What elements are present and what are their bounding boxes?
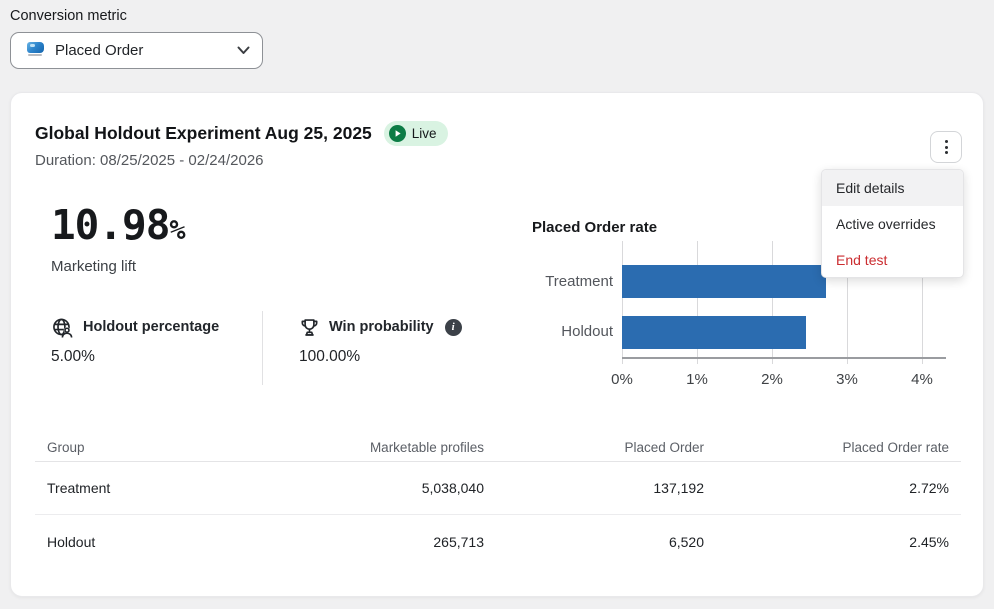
column-header-placed-order: Placed Order: [484, 440, 704, 455]
metric-select-dropdown[interactable]: Placed Order: [10, 32, 263, 69]
experiment-title: Global Holdout Experiment Aug 25, 2025: [35, 123, 372, 144]
results-table: Group Marketable profiles Placed Order P…: [35, 434, 961, 568]
context-menu: Edit details Active overrides End test: [821, 169, 964, 278]
chevron-down-icon: [237, 46, 250, 55]
table-row-holdout: Holdout 265,713 6,520 2.45%: [35, 515, 961, 568]
x-tick-label: 3%: [836, 371, 858, 388]
column-header-placed-order-rate: Placed Order rate: [704, 440, 949, 455]
cell-group: Treatment: [47, 480, 347, 496]
menu-item-end-test[interactable]: End test: [822, 242, 963, 277]
bar-holdout: [622, 316, 806, 349]
marketing-lift-value: 10.98%: [51, 201, 185, 249]
chart-title: Placed Order rate: [532, 219, 657, 236]
table-row-treatment: Treatment 5,038,040 137,192 2.72%: [35, 462, 961, 515]
chart-category-label-holdout: Holdout: [501, 323, 613, 340]
x-tick-label: 2%: [761, 371, 783, 388]
win-probability-label: Win probability: [329, 319, 434, 335]
trophy-icon: [299, 317, 320, 338]
experiment-card: Global Holdout Experiment Aug 25, 2025 L…: [10, 92, 984, 597]
cell-placed-order-rate: 2.45%: [704, 534, 949, 550]
cell-group: Holdout: [47, 534, 347, 550]
placed-order-metric-icon: [25, 42, 45, 59]
x-axis-line: [622, 357, 946, 359]
cell-placed-order: 137,192: [484, 480, 704, 496]
experiment-duration: Duration: 08/25/2025 - 02/24/2026: [35, 152, 264, 169]
x-tick-label: 1%: [686, 371, 708, 388]
cell-marketable-profiles: 5,038,040: [347, 480, 484, 496]
x-tick-label: 4%: [911, 371, 933, 388]
cell-marketable-profiles: 265,713: [347, 534, 484, 550]
win-probability-value: 100.00%: [299, 348, 462, 366]
menu-item-edit-details[interactable]: Edit details: [822, 170, 963, 206]
conversion-metric-label: Conversion metric: [10, 8, 263, 24]
marketing-lift-label: Marketing lift: [51, 258, 136, 275]
more-options-button[interactable]: [930, 131, 962, 163]
column-header-marketable-profiles: Marketable profiles: [347, 440, 484, 455]
cell-placed-order: 6,520: [484, 534, 704, 550]
cell-placed-order-rate: 2.72%: [704, 480, 949, 496]
column-header-group: Group: [47, 440, 347, 455]
status-badge-label: Live: [412, 126, 437, 141]
metric-select-value: Placed Order: [55, 42, 143, 59]
stat-divider: [262, 311, 263, 385]
status-badge: Live: [384, 121, 448, 146]
globe-user-icon: [51, 316, 74, 339]
x-tick-label: 0%: [611, 371, 633, 388]
chart-category-label-treatment: Treatment: [501, 273, 613, 290]
holdout-percentage-value: 5.00%: [51, 348, 219, 366]
bar-treatment: [622, 265, 826, 298]
conversion-metric-toolbar: Conversion metric Placed Order: [10, 8, 263, 69]
table-header-row: Group Marketable profiles Placed Order P…: [35, 434, 961, 462]
menu-item-active-overrides[interactable]: Active overrides: [822, 206, 963, 242]
kebab-icon: [945, 140, 948, 154]
holdout-percentage-stat: Holdout percentage 5.00%: [51, 315, 219, 366]
win-probability-stat: Win probability i 100.00%: [299, 315, 462, 366]
experiment-header: Global Holdout Experiment Aug 25, 2025 L…: [35, 121, 448, 146]
holdout-percentage-label: Holdout percentage: [83, 319, 219, 335]
info-icon[interactable]: i: [445, 319, 462, 336]
play-circle-icon: [389, 125, 406, 142]
